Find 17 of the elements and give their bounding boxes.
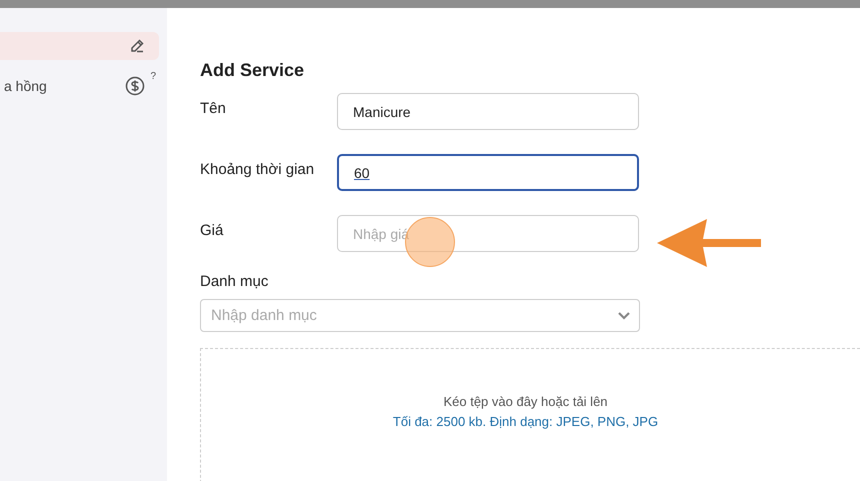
input-field[interactable]: Manicure (337, 93, 639, 130)
help-mark: ? (150, 72, 156, 82)
upload-dropzone[interactable]: Kéo tệp vào đây hoặc tải lên Tối đa: 2500 kb. Định dạng: JPEG, PNG, JPG (200, 348, 860, 481)
field-label: Tên (200, 99, 227, 119)
pencil-icon (129, 38, 145, 54)
chevron-down-icon (617, 310, 631, 320)
arrow-icon (657, 219, 761, 267)
sidebar-item[interactable] (0, 32, 159, 60)
upload-hint: Kéo tệp vào đây hoặc tải lên (443, 394, 608, 409)
field-label: Giá (200, 221, 224, 241)
dollar-icon (125, 76, 145, 96)
sidebar-item[interactable]: a hồng ? (0, 72, 159, 100)
upload-limits: Tối đa: 2500 kb. Định dạng: JPEG, PNG, JPG (392, 414, 658, 429)
form-title: Add Service (200, 60, 306, 81)
field-label: Danh mục (200, 272, 270, 292)
field-label: Khoảng thời gian (200, 160, 316, 180)
input-field[interactable]: 60 (337, 154, 639, 191)
